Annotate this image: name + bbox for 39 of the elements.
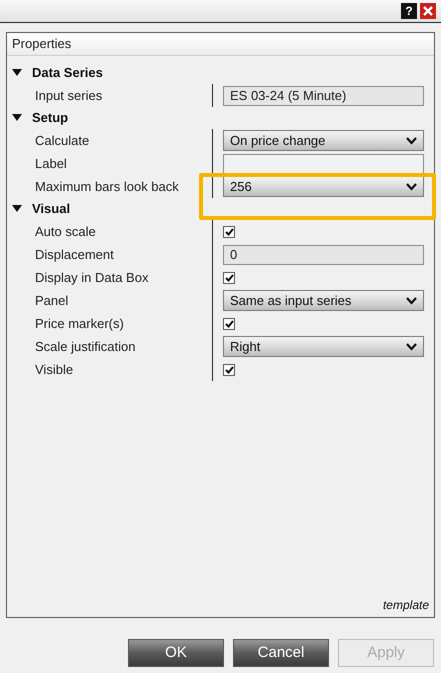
- property-label: Scale justification: [7, 335, 213, 358]
- expand-caret-icon[interactable]: [12, 205, 22, 213]
- property-label: Input series: [7, 84, 213, 107]
- dialog-button[interactable]: OK: [128, 639, 224, 667]
- dropdown[interactable]: Same as input series: [223, 290, 424, 311]
- panel-title: Properties: [12, 35, 72, 54]
- property-label: Displacement: [7, 243, 213, 266]
- chevron-down-icon: [406, 136, 417, 144]
- property-label: Label: [7, 152, 213, 175]
- property-label: Price marker(s): [7, 312, 213, 335]
- checkbox[interactable]: [223, 364, 235, 376]
- category-label: Visual: [32, 200, 70, 218]
- dropdown[interactable]: 256: [223, 176, 424, 197]
- category-label: Data Series: [32, 64, 103, 82]
- property-label: Calculate: [7, 129, 213, 152]
- property-label: Maximum bars look back: [7, 175, 213, 198]
- property-label: Auto scale: [7, 220, 213, 243]
- property-label: Display in Data Box: [7, 266, 213, 289]
- chevron-down-icon: [406, 182, 417, 190]
- checkbox[interactable]: [223, 226, 235, 238]
- dialog-button[interactable]: Cancel: [233, 639, 329, 667]
- expand-caret-icon[interactable]: [12, 114, 22, 122]
- dropdown[interactable]: Right: [223, 336, 424, 357]
- checkbox[interactable]: [223, 272, 235, 284]
- chevron-down-icon: [406, 342, 417, 350]
- close-icon: [423, 6, 433, 16]
- chevron-down-icon: [406, 296, 417, 304]
- close-button[interactable]: [420, 3, 436, 19]
- readonly-field[interactable]: ES 03-24 (5 Minute): [223, 86, 424, 106]
- property-label: Panel: [7, 289, 213, 312]
- checkbox[interactable]: [223, 318, 235, 330]
- footer-label: template: [382, 597, 429, 614]
- expand-caret-icon[interactable]: [12, 69, 22, 77]
- dropdown[interactable]: On price change: [223, 130, 424, 151]
- readonly-field[interactable]: 0: [223, 244, 424, 264]
- input-field[interactable]: [223, 154, 424, 174]
- category-label: Setup: [32, 109, 68, 128]
- help-button[interactable]: ?: [401, 3, 417, 19]
- property-label: Visible: [7, 358, 213, 381]
